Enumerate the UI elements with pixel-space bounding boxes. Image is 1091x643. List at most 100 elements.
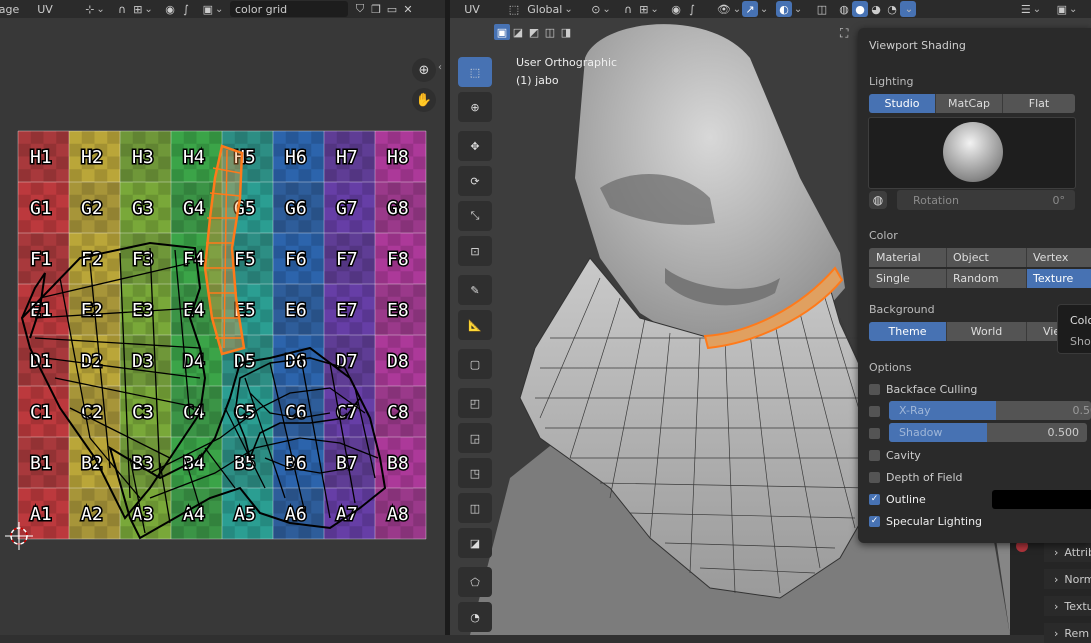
shading-material-icon[interactable]: ◕ [868, 1, 884, 17]
fake-user-shield-icon[interactable]: ⛉ [352, 1, 368, 17]
grid-checker [299, 526, 312, 539]
properties-item-texture[interactable]: ›Textu [1044, 596, 1091, 616]
snap-target-icon[interactable]: ⊞ [636, 1, 662, 17]
depth-of-field-box[interactable] [869, 472, 880, 483]
move-tool-icon[interactable]: ✥ [458, 131, 492, 161]
select-box-tool-icon[interactable]: ⬚ [458, 57, 492, 87]
add-cube-tool-icon[interactable]: ▢ [458, 349, 492, 379]
select-new-icon[interactable]: ▣ [494, 24, 510, 40]
inset-tool-icon[interactable]: ◲ [458, 423, 492, 453]
color-texture-button[interactable]: Texture [1027, 269, 1091, 288]
scale-tool-icon[interactable]: ⤡ [458, 201, 492, 231]
visibility-eye-icon[interactable]: 👁 [716, 1, 742, 17]
loop-cut-tool-icon[interactable]: ◫ [458, 493, 492, 523]
outliner-filter-icon[interactable]: ☰ [1018, 1, 1044, 17]
shading-wireframe-icon[interactable]: ◍ [836, 1, 852, 17]
annotate-tool-icon[interactable]: ✎ [458, 275, 492, 305]
backface-culling-checkbox[interactable]: Backface Culling [869, 381, 977, 397]
duplicate-image-icon[interactable]: ❐ [368, 1, 384, 17]
collapse-toolbar-icon[interactable]: ‹ [438, 62, 442, 73]
specular-lighting-checkbox[interactable]: ✓Specular Lighting [869, 513, 982, 529]
world-space-lighting-icon[interactable]: ◍ [869, 191, 887, 209]
cavity-checkbox[interactable]: Cavity [869, 447, 921, 463]
pivot-icon[interactable]: ⊙ [588, 1, 614, 17]
properties-item-attributes[interactable]: ›Attrib [1044, 542, 1091, 562]
rotate-tool-icon[interactable]: ⟳ [458, 166, 492, 196]
specular-check-icon[interactable]: ✓ [869, 516, 880, 527]
transform-tool-icon[interactable]: ⊡ [458, 236, 492, 266]
lighting-studio-button[interactable]: Studio [869, 94, 936, 113]
select-extend-icon[interactable]: ◪ [510, 24, 526, 40]
xray-label: X-Ray [899, 404, 931, 417]
xray-box[interactable] [869, 406, 880, 417]
bevel-tool-icon[interactable]: ◳ [458, 458, 492, 488]
shading-popover-icon[interactable] [900, 1, 916, 17]
poly-build-tool-icon[interactable]: ⬠ [458, 567, 492, 597]
color-vertex-button[interactable]: Vertex [1027, 248, 1091, 267]
depth-of-field-checkbox[interactable]: Depth of Field [869, 469, 963, 485]
background-world-button[interactable]: World [947, 322, 1027, 341]
outline-checkbox[interactable]: ✓Outline [869, 491, 926, 507]
image-name-field[interactable]: color grid [230, 1, 348, 17]
overlays-dropdown-icon[interactable] [792, 1, 802, 17]
rotation-field[interactable]: Rotation 0° [897, 190, 1075, 210]
lighting-flat-button[interactable]: Flat [1003, 94, 1075, 113]
viewport-uv-menu[interactable]: UV [454, 1, 490, 17]
extrude-tool-icon[interactable]: ◰ [458, 388, 492, 418]
select-invert-icon[interactable]: ◫ [542, 24, 558, 40]
pivot-point-icon[interactable]: ⊹ [82, 1, 108, 17]
expand-sidebar-icon[interactable]: ⛶ [840, 26, 848, 41]
outline-color-swatch[interactable] [992, 490, 1091, 509]
shadow-slider[interactable]: Shadow 0.500 [889, 423, 1087, 442]
gizmo-icon[interactable]: ↗ [742, 1, 758, 17]
studio-light-preview[interactable] [868, 117, 1076, 189]
properties-item-normals[interactable]: ›Norm [1044, 569, 1091, 589]
shading-rendered-icon[interactable]: ◔ [884, 1, 900, 17]
pan-hand-icon[interactable]: ✋ [412, 88, 436, 112]
backface-culling-box[interactable] [869, 384, 880, 395]
background-theme-button[interactable]: Theme [869, 322, 947, 341]
transform-orientation-dropdown[interactable]: Global [522, 1, 578, 17]
open-image-icon[interactable]: ▭ [384, 1, 400, 17]
cursor-tool-icon[interactable]: ⊕ [458, 92, 492, 122]
grid-checker [401, 373, 414, 386]
editor-menu-label[interactable]: age [0, 1, 18, 17]
falloff-curve-icon[interactable]: ∫ [178, 1, 194, 17]
overlays-icon[interactable]: ◐ [776, 1, 792, 17]
color-object-button[interactable]: Object [947, 248, 1027, 267]
snap-magnet-icon[interactable]: ∩ [620, 1, 636, 17]
properties-item-remesh[interactable]: ›Rem [1044, 623, 1091, 643]
xray-checkbox[interactable] [869, 403, 886, 419]
uv-canvas[interactable]: H1H2H3H4H5H6H7H8G1G2G3G4G5G6G7G8F1F2F3F4… [0, 18, 445, 635]
snap-icon[interactable]: ∩ [114, 1, 130, 17]
uv-menu[interactable]: UV [30, 1, 60, 17]
gizmo-dropdown-icon[interactable] [758, 1, 768, 17]
select-subtract-icon[interactable]: ◩ [526, 24, 542, 40]
grid-checker [375, 169, 388, 182]
image-icon[interactable]: ▣ [1054, 1, 1080, 17]
transform-orientation-icon[interactable]: ⬚ [506, 1, 522, 17]
image-type-icon[interactable]: ▣ [200, 1, 226, 17]
close-image-icon[interactable]: ✕ [400, 1, 416, 17]
knife-tool-icon[interactable]: ◪ [458, 528, 492, 558]
proportional-icon[interactable]: ◉ [668, 1, 684, 17]
lighting-matcap-button[interactable]: MatCap [936, 94, 1003, 113]
shading-solid-icon[interactable]: ● [852, 1, 868, 17]
falloff-icon[interactable]: ∫ [684, 1, 700, 17]
color-single-button[interactable]: Single [869, 269, 947, 288]
snap-increment-icon[interactable]: ⊞ [130, 1, 156, 17]
zoom-icon[interactable]: ⊕ [412, 58, 436, 82]
xray-slider[interactable]: X-Ray 0.50 [889, 401, 1091, 420]
proportional-edit-icon[interactable]: ◉ [162, 1, 178, 17]
shadow-box[interactable] [869, 428, 880, 439]
measure-tool-icon[interactable]: 📐 [458, 310, 492, 340]
color-material-button[interactable]: Material [869, 248, 947, 267]
select-intersect-icon[interactable]: ◨ [558, 24, 574, 40]
spin-tool-icon[interactable]: ◔ [458, 602, 492, 632]
xray-toggle-icon[interactable]: ◫ [814, 1, 830, 17]
uv-editor-area[interactable]: H1H2H3H4H5H6H7H8G1G2G3G4G5G6G7G8F1F2F3F4… [0, 18, 445, 635]
color-random-button[interactable]: Random [947, 269, 1027, 288]
shadow-checkbox[interactable] [869, 425, 886, 441]
outline-check-icon[interactable]: ✓ [869, 494, 880, 505]
cavity-box[interactable] [869, 450, 880, 461]
